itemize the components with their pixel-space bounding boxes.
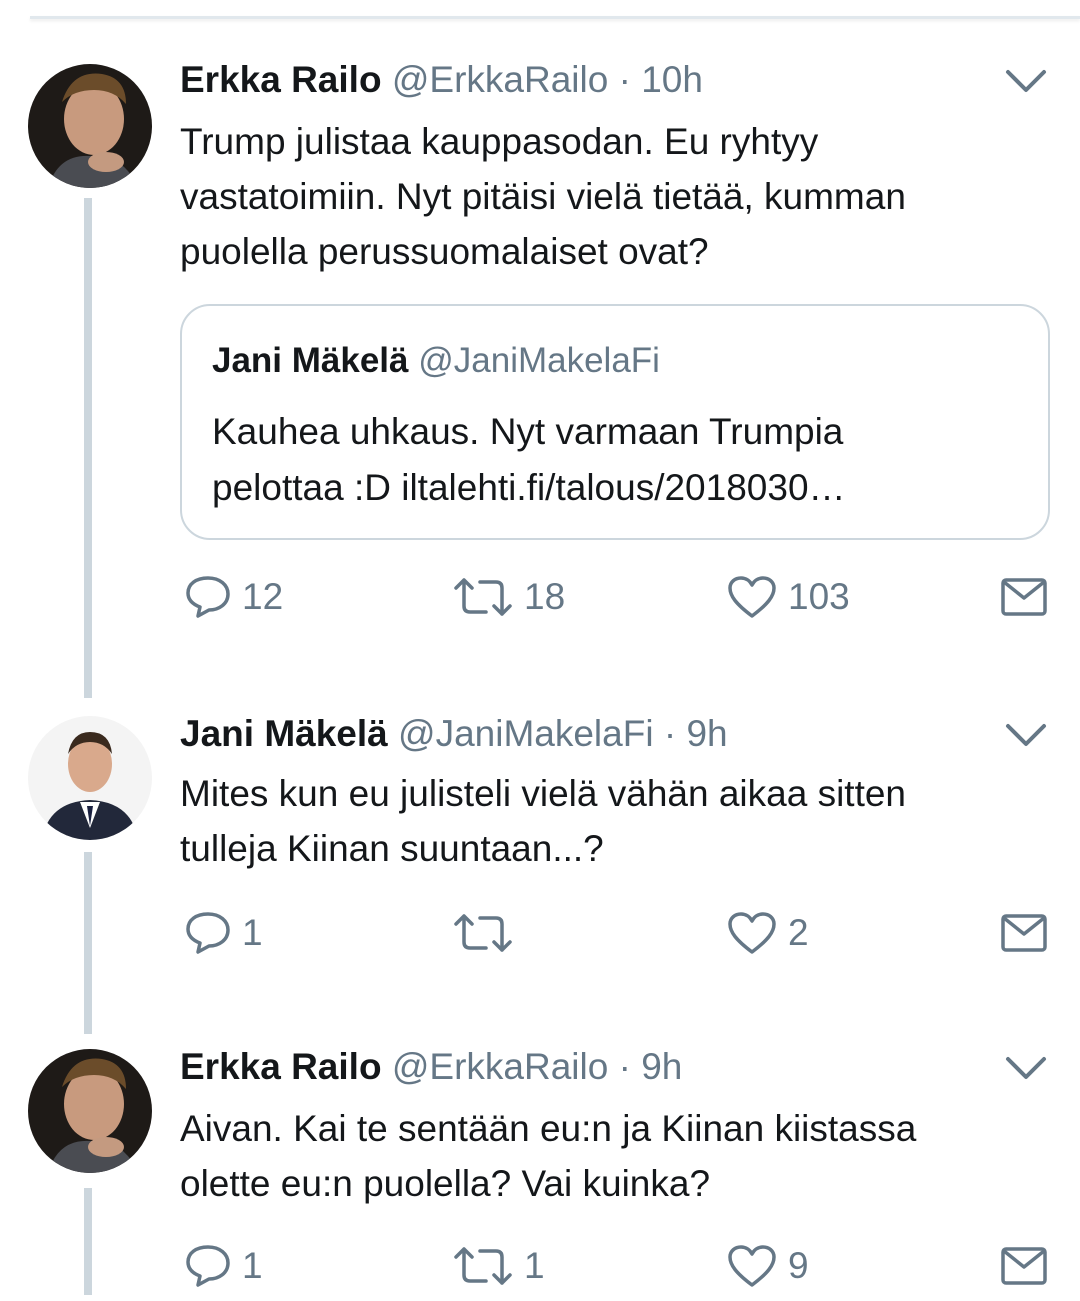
timestamp[interactable]: 10h bbox=[641, 59, 703, 100]
like-count: 103 bbox=[788, 576, 850, 617]
reply-icon bbox=[186, 1245, 230, 1287]
like-count: 9 bbox=[788, 1245, 809, 1286]
author-handle[interactable]: @ErkkaRailo bbox=[392, 1046, 608, 1087]
retweet-button[interactable]: 1 bbox=[452, 1241, 545, 1291]
tweet-text-line: Aivan. Kai te sentään eu:n ja Kiinan kii… bbox=[180, 1108, 917, 1149]
envelope-icon bbox=[1001, 1247, 1047, 1285]
avatar[interactable] bbox=[28, 1049, 152, 1173]
separator-dot: · bbox=[663, 713, 677, 754]
tweet[interactable]: Erkka Railo @ErkkaRailo · 10h Trump juli… bbox=[0, 58, 1080, 658]
direct-message-button[interactable] bbox=[1000, 908, 1048, 958]
author-name[interactable]: Jani Mäkelä bbox=[180, 713, 388, 754]
quoted-author-handle: @JaniMakelaFi bbox=[418, 341, 660, 380]
like-button[interactable]: 9 bbox=[726, 1241, 809, 1291]
reply-icon bbox=[186, 912, 230, 954]
separator-dot: · bbox=[618, 1046, 631, 1087]
tweet-text-line: puolella perussuomalaiset ovat? bbox=[180, 231, 709, 272]
tweet-text: Trump julistaa kauppasodan. Eu ryhtyy va… bbox=[180, 114, 1040, 279]
retweet-icon bbox=[454, 1247, 512, 1285]
reply-button[interactable]: 1 bbox=[184, 1241, 263, 1291]
reply-count: 1 bbox=[242, 1245, 263, 1286]
direct-message-button[interactable] bbox=[1000, 1241, 1048, 1291]
author-handle[interactable]: @ErkkaRailo bbox=[392, 59, 608, 100]
tweet-actions: 12 18 103 bbox=[180, 572, 1060, 632]
retweet-icon bbox=[454, 578, 512, 616]
tweet-text-line: vastatoimiin. Nyt pitäisi vielä tietää, … bbox=[180, 176, 906, 217]
avatar[interactable] bbox=[28, 716, 152, 840]
tweet-header: Erkka Railo @ErkkaRailo · 10h bbox=[180, 58, 703, 102]
retweet-icon bbox=[454, 914, 512, 952]
tweet-text: Aivan. Kai te sentään eu:n ja Kiinan kii… bbox=[180, 1101, 1040, 1211]
like-button[interactable]: 103 bbox=[726, 572, 850, 622]
author-name[interactable]: Erkka Railo bbox=[180, 59, 382, 100]
envelope-icon bbox=[1001, 914, 1047, 952]
reply-count: 12 bbox=[242, 576, 284, 617]
retweet-count: 18 bbox=[524, 576, 566, 617]
reply-button[interactable]: 1 bbox=[184, 908, 263, 958]
tweet-text: Mites kun eu julisteli vielä vähän aikaa… bbox=[180, 766, 1040, 876]
tweet[interactable]: Jani Mäkelä @JaniMakelaFi · 9h Mites kun… bbox=[0, 712, 1080, 972]
quoted-text-line: Kauhea uhkaus. Nyt varmaan Trumpia bbox=[212, 411, 844, 452]
heart-icon bbox=[728, 576, 776, 618]
author-name[interactable]: Erkka Railo bbox=[180, 1046, 382, 1087]
quoted-author-name: Jani Mäkelä bbox=[212, 341, 409, 380]
heart-icon bbox=[728, 912, 776, 954]
heart-icon bbox=[728, 1245, 776, 1287]
quoted-tweet-header: Jani Mäkelä @JaniMakelaFi bbox=[212, 340, 660, 382]
quoted-tweet-text: Kauhea uhkaus. Nyt varmaan Trumpia pelot… bbox=[212, 404, 1012, 516]
tweet-text-line: olette eu:n puolella? Vai kuinka? bbox=[180, 1163, 711, 1204]
tweet-actions: 1 2 bbox=[180, 908, 1060, 968]
tweet-header: Erkka Railo @ErkkaRailo · 9h bbox=[180, 1045, 682, 1089]
chevron-down-icon[interactable] bbox=[1004, 66, 1048, 96]
retweet-button[interactable]: 18 bbox=[452, 572, 565, 622]
top-divider bbox=[30, 16, 1080, 19]
quoted-tweet[interactable]: Jani Mäkelä @JaniMakelaFi Kauhea uhkaus.… bbox=[180, 304, 1050, 540]
reply-button[interactable]: 12 bbox=[184, 572, 283, 622]
tweet-header: Jani Mäkelä @JaniMakelaFi · 9h bbox=[180, 712, 728, 756]
author-handle[interactable]: @JaniMakelaFi bbox=[398, 713, 654, 754]
tweet-actions: 1 1 9 bbox=[180, 1241, 1060, 1301]
retweet-button[interactable] bbox=[452, 908, 524, 958]
tweet[interactable]: Erkka Railo @ErkkaRailo · 9h Aivan. Kai … bbox=[0, 1045, 1080, 1295]
separator-dot: · bbox=[618, 59, 631, 100]
retweet-count: 1 bbox=[524, 1245, 545, 1286]
like-button[interactable]: 2 bbox=[726, 908, 809, 958]
tweet-text-line: tulleja Kiinan suuntaan...? bbox=[180, 828, 604, 869]
timestamp[interactable]: 9h bbox=[686, 713, 727, 754]
timestamp[interactable]: 9h bbox=[641, 1046, 682, 1087]
direct-message-button[interactable] bbox=[1000, 572, 1048, 622]
reply-count: 1 bbox=[242, 912, 263, 953]
avatar[interactable] bbox=[28, 64, 152, 188]
quoted-text-line: pelottaa :D iltalehti.fi/talous/2018030… bbox=[212, 467, 846, 508]
chevron-down-icon[interactable] bbox=[1004, 1053, 1048, 1083]
like-count: 2 bbox=[788, 912, 809, 953]
envelope-icon bbox=[1001, 578, 1047, 616]
reply-icon bbox=[186, 576, 230, 618]
tweet-text-line: Mites kun eu julisteli vielä vähän aikaa… bbox=[180, 773, 906, 814]
tweet-text-line: Trump julistaa kauppasodan. Eu ryhtyy bbox=[180, 121, 819, 162]
chevron-down-icon[interactable] bbox=[1004, 720, 1048, 750]
